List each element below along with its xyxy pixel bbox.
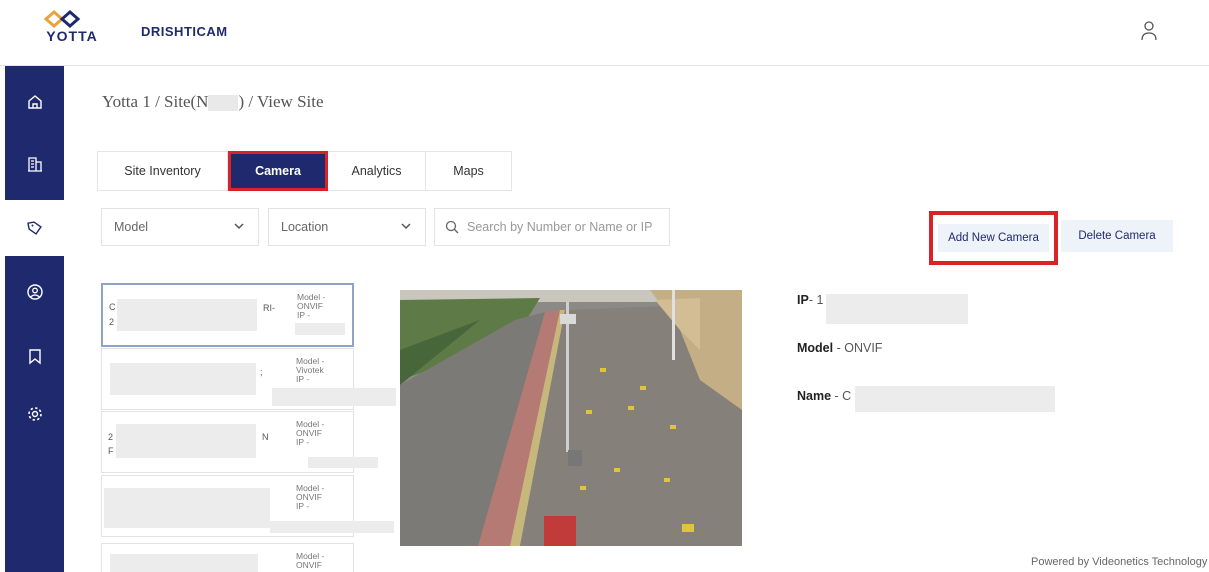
camera-list-item[interactable]: Model - ONVIF (101, 543, 354, 572)
sidebar (5, 66, 64, 572)
redacted-text (855, 386, 1055, 412)
gear-icon (27, 407, 42, 421)
camera-snapshot (400, 290, 742, 546)
redacted-text (104, 488, 270, 528)
add-new-camera-button[interactable]: Add New Camera (929, 211, 1058, 265)
meta-model-value: ONVIF (296, 560, 322, 570)
breadcrumb-part-1[interactable]: Yotta 1 / Site(N (102, 92, 208, 111)
camera-name-fragment: C (109, 302, 116, 312)
detail-name-value: - C (834, 389, 852, 403)
redacted-text (117, 299, 257, 331)
location-dropdown-label: Location (281, 220, 329, 234)
chevron-down-icon (401, 223, 411, 230)
meta-ip-label: IP - (296, 501, 310, 511)
camera-meta: Model - Vivotek IP - (296, 357, 324, 384)
camera-name-fragment: N (262, 432, 269, 442)
tab-maps[interactable]: Maps (426, 152, 511, 190)
camera-meta: Model - ONVIF (296, 552, 324, 570)
powered-by-text: Powered by Videonetics Technology (1031, 556, 1208, 568)
detail-ip-label: IP (797, 293, 809, 307)
redacted-text (308, 457, 378, 468)
sidebar-item-users[interactable] (5, 264, 64, 320)
redacted-text (110, 363, 256, 395)
detail-model: Model - ONVIF (797, 341, 882, 355)
redacted-text (826, 294, 968, 324)
sidebar-item-settings[interactable] (5, 386, 64, 442)
brand-name: DRISHTICAM (141, 24, 228, 39)
search-icon (445, 220, 459, 234)
delete-camera-button[interactable]: Delete Camera (1061, 220, 1173, 252)
camera-list-item[interactable]: C 2 RI- Model - ONVIF IP - (101, 283, 354, 347)
bookmark-icon (28, 349, 41, 365)
meta-ip-label: IP - (296, 374, 310, 384)
redacted-text (208, 95, 239, 112)
redacted-text (272, 388, 396, 406)
user-icon[interactable] (1139, 20, 1159, 42)
redacted-text (116, 424, 256, 458)
logo-text: YOTTA (46, 28, 98, 44)
tab-site-inventory[interactable]: Site Inventory (98, 152, 228, 190)
tab-bar: Site Inventory Camera Analytics Maps (97, 151, 512, 191)
redacted-text (270, 521, 394, 533)
home-icon (27, 95, 42, 109)
meta-ip-label: IP - (296, 437, 310, 447)
building-icon (27, 157, 42, 172)
detail-model-label: Model (797, 341, 834, 355)
logo-mark-icon (43, 10, 81, 28)
meta-ip-label: IP - (297, 310, 311, 320)
sidebar-item-bookmarks[interactable] (5, 328, 64, 384)
sidebar-item-buildings[interactable] (5, 136, 64, 192)
camera-meta: Model - ONVIF IP - (296, 420, 324, 447)
location-dropdown[interactable]: Location (268, 208, 426, 246)
detail-name-label: Name (797, 389, 832, 403)
camera-live-view[interactable] (400, 290, 742, 546)
camera-name-fragment: 2 (108, 432, 114, 442)
tab-analytics[interactable]: Analytics (328, 152, 426, 190)
search-input[interactable]: Search by Number or Name or IP (434, 208, 670, 246)
detail-name: Name - C (797, 389, 851, 403)
chevron-down-icon (234, 223, 244, 230)
camera-meta: Model - ONVIF IP - (296, 484, 324, 511)
detail-model-value: - ONVIF (836, 341, 883, 355)
redacted-text (295, 323, 345, 335)
add-new-camera-label: Add New Camera (938, 224, 1049, 252)
detail-ip-value: - 1 (808, 293, 824, 307)
top-bar: YOTTA DRISHTICAM (0, 0, 1209, 66)
breadcrumb: Yotta 1 / Site(N ) / View Site (102, 92, 324, 112)
user-circle-icon (26, 284, 43, 300)
tag-icon (26, 221, 42, 235)
model-dropdown[interactable]: Model (101, 208, 259, 246)
tab-camera[interactable]: Camera (228, 151, 328, 191)
camera-name-fragment: RI- (263, 303, 275, 313)
camera-name-fragment: F (108, 446, 114, 456)
detail-ip: IP- 1 (797, 293, 823, 307)
search-placeholder: Search by Number or Name or IP (467, 220, 653, 234)
camera-meta: Model - ONVIF IP - (297, 293, 325, 320)
sidebar-item-sites[interactable] (5, 200, 64, 256)
model-dropdown-label: Model (114, 220, 149, 234)
yotta-logo[interactable]: YOTTA (42, 10, 102, 50)
camera-name-fragment: 2 (109, 317, 115, 327)
sidebar-item-home[interactable] (5, 74, 64, 130)
breadcrumb-part-2: ) / View Site (238, 92, 324, 111)
camera-name-fragment: ; (260, 367, 263, 377)
redacted-text (110, 554, 258, 572)
